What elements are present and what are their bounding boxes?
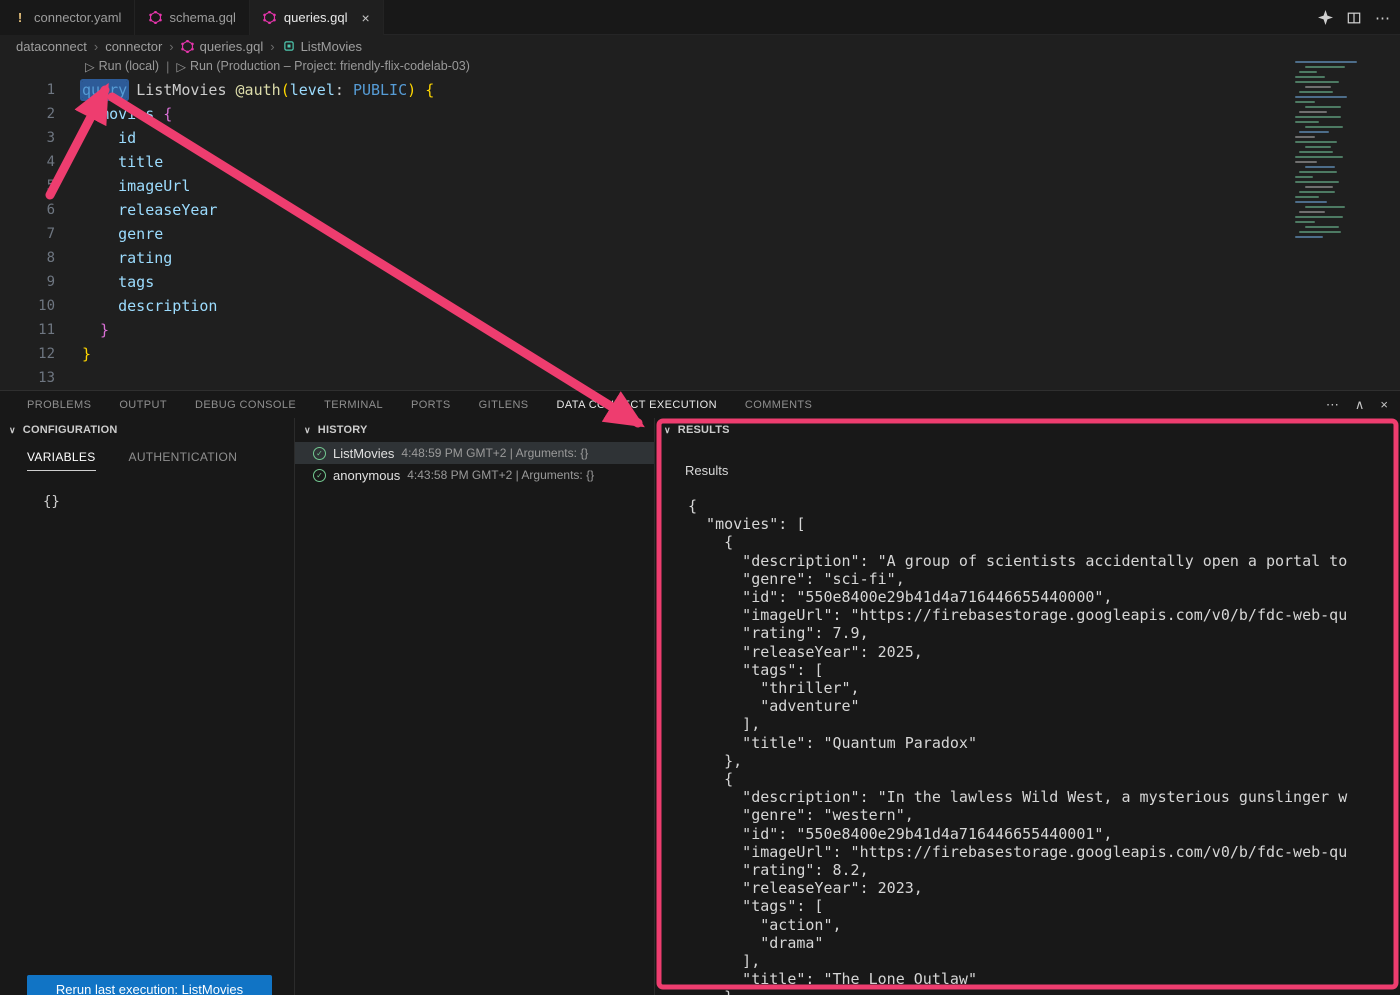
history-header-label: HISTORY: [318, 424, 368, 436]
operation-icon: [282, 39, 296, 53]
code-editor[interactable]: ▷ Run (local) | ▷ Run (Production – Proj…: [0, 57, 1400, 390]
breadcrumb-item-dataconnect[interactable]: dataconnect: [16, 39, 87, 54]
config-tab-strip: VARIABLES AUTHENTICATION: [0, 442, 294, 471]
history-item-anonymous[interactable]: ✓ anonymous 4:43:58 PM GMT+2 | Arguments: …: [295, 464, 654, 486]
results-json: { "movies": [ { "description": "A group …: [688, 497, 1347, 995]
close-tab-icon[interactable]: ×: [362, 11, 370, 25]
breadcrumb-item-ListMovies[interactable]: ListMovies: [282, 39, 362, 54]
results-header[interactable]: ∨ RESULTS: [655, 418, 1400, 442]
code-lines: 1query ListMovies @auth(level: PUBLIC) {…: [0, 78, 1270, 390]
check-circle-icon: ✓: [313, 469, 326, 482]
panel-tab-debug-console[interactable]: DEBUG CONSOLE: [195, 399, 296, 411]
results-header-label: RESULTS: [678, 424, 730, 436]
code-line-12: 12}: [0, 342, 1270, 366]
history-section: ∨ HISTORY ✓ ListMovies 4:48:59 PM GMT+2 | …: [295, 418, 655, 995]
config-tab-authentication[interactable]: AUTHENTICATION: [129, 450, 238, 471]
check-circle-icon: ✓: [313, 447, 326, 460]
tab-strip: ! connector.yaml schema.gql queries.gql ×: [0, 0, 1400, 35]
configuration-header-label: CONFIGURATION: [23, 424, 118, 436]
breadcrumb-separator: ›: [169, 39, 173, 54]
codelens: ▷ Run (local) | ▷ Run (Production – Proj…: [85, 59, 470, 74]
code-line-5: 5 imageUrl: [0, 174, 1270, 198]
results-section: ∨ RESULTS Results { "movies": [ { "descr…: [655, 418, 1400, 995]
panel-tab-data-connect-execution[interactable]: DATA CONNECT EXECUTION: [557, 399, 717, 411]
more-actions-icon[interactable]: ⋯: [1375, 9, 1390, 27]
editor-tab-connector.yaml[interactable]: ! connector.yaml: [0, 0, 135, 35]
code-line-8: 8 rating: [0, 246, 1270, 270]
panel-actions: ⋯ ∧ ×: [1326, 391, 1388, 418]
graphql-icon: [263, 11, 277, 25]
breadcrumb: dataconnect › connector › queries.gql › ListMo…: [0, 35, 1400, 57]
run-local-button[interactable]: ▷ Run (local): [85, 59, 159, 74]
rerun-button[interactable]: Rerun last execution: ListMovies: [27, 975, 272, 995]
history-list: ✓ ListMovies 4:48:59 PM GMT+2 | Arguments:…: [295, 442, 654, 486]
vscode-window: ! connector.yaml schema.gql queries.gql × ⋯ …: [0, 0, 1400, 995]
minimap[interactable]: [1283, 58, 1400, 240]
code-line-9: 9 tags: [0, 270, 1270, 294]
history-item-meta: 4:43:58 PM GMT+2 | Arguments: {}: [407, 468, 594, 482]
editor-tab-schema.gql[interactable]: schema.gql: [135, 0, 249, 35]
panel-maximize-icon[interactable]: ∧: [1355, 397, 1365, 413]
tab-label: connector.yaml: [34, 10, 121, 25]
run-local-label: Run (local): [99, 59, 159, 74]
variables-value: {}: [43, 494, 60, 510]
chevron-down-icon: ∨: [664, 425, 671, 436]
graphql-icon: [148, 11, 162, 25]
bottom-panel: PROBLEMS OUTPUT DEBUG CONSOLE TERMINAL PORTS…: [0, 390, 1400, 995]
codelens-separator: |: [166, 60, 169, 74]
panel-more-icon[interactable]: ⋯: [1326, 397, 1339, 413]
panel-tab-output[interactable]: OUTPUT: [119, 399, 167, 411]
graphql-icon: [181, 39, 195, 53]
history-item-ListMovies[interactable]: ✓ ListMovies 4:48:59 PM GMT+2 | Arguments:…: [295, 442, 654, 464]
code-line-6: 6 releaseYear: [0, 198, 1270, 222]
yaml-warning-icon: !: [13, 11, 27, 25]
tab-label: schema.gql: [169, 10, 235, 25]
config-tab-variables[interactable]: VARIABLES: [27, 450, 96, 471]
panel-tab-terminal[interactable]: TERMINAL: [324, 399, 383, 411]
code-line-13: 13: [0, 366, 1270, 390]
panel-tab-problems[interactable]: PROBLEMS: [27, 399, 91, 411]
tab-label: queries.gql: [284, 10, 348, 25]
run-production-button[interactable]: ▷ Run (Production – Project: friendly-fl…: [176, 59, 470, 74]
breadcrumb-separator: ›: [270, 39, 274, 54]
play-icon: ▷: [85, 59, 95, 74]
breadcrumb-separator: ›: [94, 39, 98, 54]
editor-tab-bar: ! connector.yaml schema.gql queries.gql × ⋯: [0, 0, 1400, 35]
code-line-2: 2 movies {: [0, 102, 1270, 126]
panel-tab-strip: PROBLEMS OUTPUT DEBUG CONSOLE TERMINAL PORTS…: [0, 391, 1280, 418]
panel-close-icon[interactable]: ×: [1380, 397, 1388, 412]
history-item-name: anonymous: [333, 468, 400, 483]
chevron-down-icon: ∨: [304, 425, 311, 436]
tabbar-actions: ⋯: [1318, 0, 1390, 35]
history-header[interactable]: ∨ HISTORY: [295, 418, 654, 442]
copilot-sparkle-icon[interactable]: [1318, 10, 1333, 25]
panel-tab-gitlens[interactable]: GITLENS: [479, 399, 529, 411]
panel-tab-ports[interactable]: PORTS: [411, 399, 451, 411]
breadcrumb-item-connector[interactable]: connector: [105, 39, 162, 54]
breadcrumb-item-queries.gql[interactable]: queries.gql: [181, 39, 264, 54]
code-line-4: 4 title: [0, 150, 1270, 174]
code-line-3: 3 id: [0, 126, 1270, 150]
split-editor-icon[interactable]: [1347, 11, 1361, 25]
editor-tab-queries.gql[interactable]: queries.gql ×: [250, 0, 384, 35]
results-title: Results: [685, 463, 728, 478]
code-line-7: 7 genre: [0, 222, 1270, 246]
code-line-1: 1query ListMovies @auth(level: PUBLIC) {: [0, 78, 1270, 102]
code-line-11: 11 }: [0, 318, 1270, 342]
play-icon: ▷: [176, 59, 186, 74]
history-item-meta: 4:48:59 PM GMT+2 | Arguments: {}: [401, 446, 588, 460]
configuration-section: ∨ CONFIGURATION VARIABLESAUTHENTICATION …: [0, 418, 295, 995]
configuration-header[interactable]: ∨ CONFIGURATION: [0, 418, 294, 442]
code-line-10: 10 description: [0, 294, 1270, 318]
run-production-label: Run (Production – Project: friendly-flix…: [190, 59, 470, 74]
chevron-down-icon: ∨: [9, 425, 16, 436]
history-item-name: ListMovies: [333, 446, 394, 461]
panel-body: ∨ CONFIGURATION VARIABLESAUTHENTICATION …: [0, 418, 1400, 995]
panel-tab-comments[interactable]: COMMENTS: [745, 399, 812, 411]
